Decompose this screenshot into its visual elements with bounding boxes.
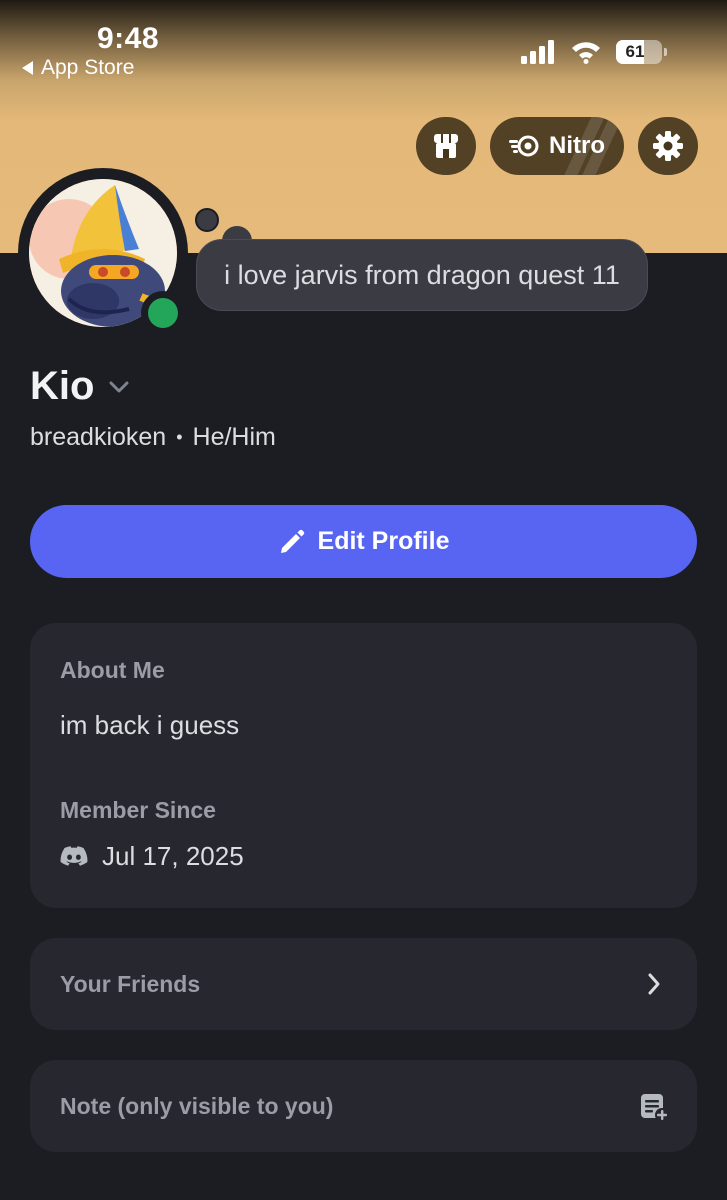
username-row: breadkioken • He/Him bbox=[30, 423, 276, 452]
display-name: Kio bbox=[30, 364, 95, 408]
cellular-signal-icon bbox=[521, 40, 554, 64]
status-indicators: 61 bbox=[520, 40, 667, 64]
username-separator: • bbox=[176, 427, 183, 447]
shop-button[interactable] bbox=[416, 117, 476, 175]
add-note-icon bbox=[641, 1094, 669, 1122]
shop-icon bbox=[434, 134, 458, 158]
gear-icon bbox=[653, 131, 683, 161]
status-time: 9:48 bbox=[97, 22, 160, 55]
battery-nub bbox=[664, 48, 667, 56]
settings-button[interactable] bbox=[638, 117, 698, 175]
pencil-icon bbox=[280, 529, 304, 553]
about-card: About Me im back i guess Member Since Ju… bbox=[30, 623, 697, 908]
pronouns: He/Him bbox=[192, 423, 276, 451]
about-me-heading: About Me bbox=[60, 657, 165, 683]
custom-status-bubble[interactable]: i love jarvis from dragon quest 11 bbox=[196, 239, 648, 311]
back-to-app-store[interactable]: App Store bbox=[22, 56, 134, 80]
online-status-indicator bbox=[148, 298, 178, 328]
nitro-button[interactable]: Nitro bbox=[490, 117, 624, 175]
your-friends-row[interactable]: Your Friends bbox=[30, 938, 697, 1030]
your-friends-label: Your Friends bbox=[60, 971, 201, 997]
edit-profile-label: Edit Profile bbox=[317, 527, 450, 555]
back-arrow-icon bbox=[22, 61, 33, 75]
battery-percent: 61 bbox=[625, 42, 645, 61]
nitro-icon bbox=[509, 135, 539, 157]
note-label: Note (only visible to you) bbox=[60, 1093, 334, 1119]
wifi-icon bbox=[572, 42, 600, 64]
member-since-row: Jul 17, 2025 bbox=[60, 841, 244, 872]
discord-icon bbox=[60, 845, 88, 866]
username: breadkioken bbox=[30, 423, 167, 451]
display-name-row[interactable]: Kio bbox=[30, 364, 130, 409]
about-me-text: im back i guess bbox=[60, 710, 240, 740]
chevron-right-icon bbox=[648, 973, 660, 995]
nitro-label: Nitro bbox=[549, 132, 605, 159]
edit-profile-button[interactable]: Edit Profile bbox=[30, 505, 697, 578]
battery-indicator: 61 bbox=[616, 40, 667, 64]
member-since-date: Jul 17, 2025 bbox=[102, 841, 244, 871]
note-field[interactable]: Note (only visible to you) bbox=[30, 1060, 697, 1152]
back-link-label: App Store bbox=[41, 56, 135, 79]
member-since-heading: Member Since bbox=[60, 797, 216, 823]
chevron-down-icon bbox=[109, 381, 129, 392]
status-bubble-tail-small bbox=[195, 208, 219, 232]
